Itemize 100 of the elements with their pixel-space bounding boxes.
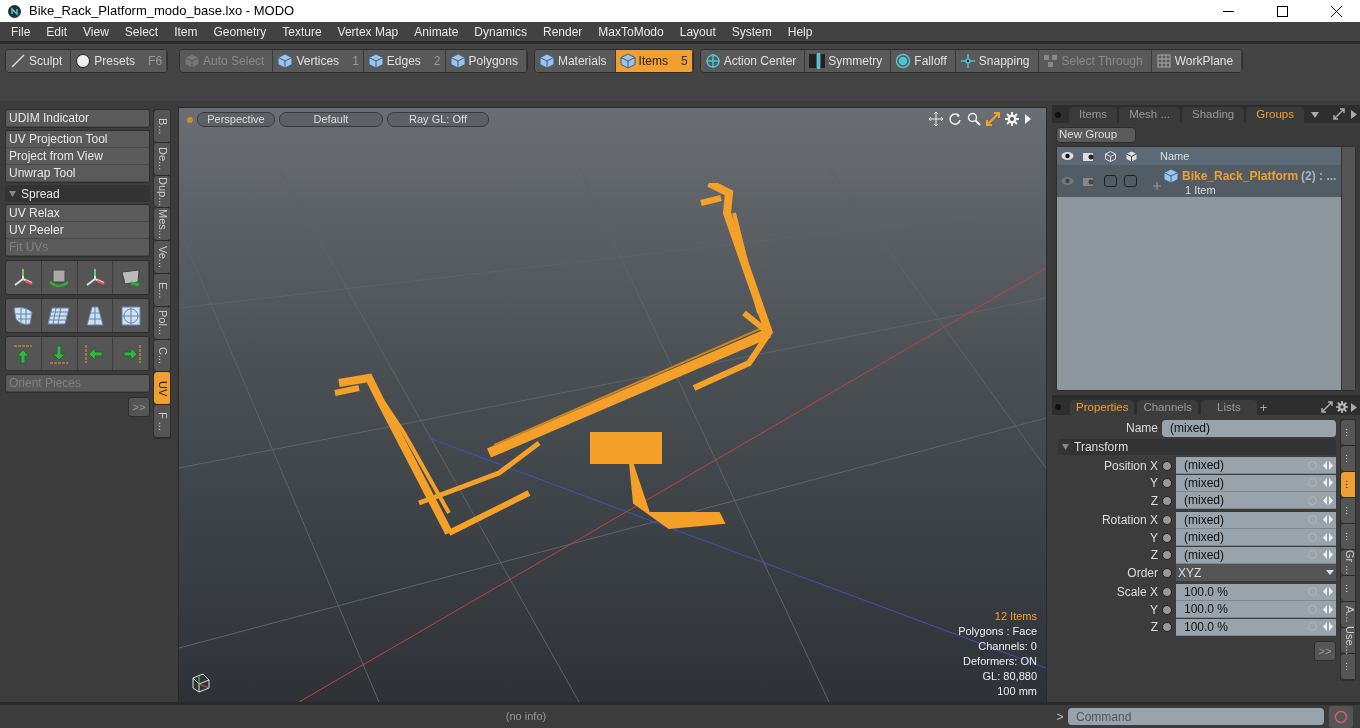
menu-item[interactable]: File xyxy=(3,22,39,41)
group-row[interactable]: Bike_Rack_Platform (2) : ... 1 Item xyxy=(1057,165,1341,197)
new-group-button[interactable]: New Group xyxy=(1056,127,1136,143)
side-tab[interactable]: C... xyxy=(154,339,170,373)
slider-arrows-icon[interactable] xyxy=(1323,515,1333,525)
animate-toggle-icon[interactable] xyxy=(1162,460,1172,471)
panel-tab[interactable]: Shading xyxy=(1182,107,1245,123)
panel-tab[interactable]: Mesh ... xyxy=(1119,107,1181,123)
side-tab[interactable]: ... xyxy=(1341,498,1355,524)
uv-tool-button[interactable] xyxy=(6,261,42,294)
play-icon[interactable] xyxy=(1351,110,1357,119)
menu-item[interactable]: Help xyxy=(779,22,821,41)
animate-toggle-icon[interactable] xyxy=(1162,550,1172,561)
side-tab[interactable]: De... xyxy=(154,142,170,176)
uv-tool-button[interactable] xyxy=(41,299,78,332)
checkbox[interactable] xyxy=(1103,175,1117,187)
uv-tool-button[interactable] xyxy=(113,337,149,370)
side-tab[interactable]: ... xyxy=(1341,576,1355,602)
number-field[interactable]: (mixed) xyxy=(1176,474,1336,492)
side-tab[interactable]: Pol... xyxy=(154,306,170,340)
number-field[interactable]: (mixed) xyxy=(1176,546,1336,564)
side-tab[interactable]: ... xyxy=(1341,446,1355,472)
section-header[interactable]: Spread xyxy=(5,185,150,202)
number-field[interactable]: (mixed) xyxy=(1176,511,1336,529)
move-icon[interactable] xyxy=(929,112,943,126)
uv-tool-button[interactable] xyxy=(6,337,42,370)
cube-outline-icon[interactable] xyxy=(1105,150,1116,162)
slider-arrows-icon[interactable] xyxy=(1323,622,1333,632)
animate-toggle-icon[interactable] xyxy=(1162,478,1172,489)
menu-item[interactable]: Animate xyxy=(406,22,467,41)
tool-button[interactable]: UV Peeler xyxy=(6,222,149,239)
menu-item[interactable]: MaxToModo xyxy=(590,22,672,41)
uv-tool-button[interactable] xyxy=(113,261,149,294)
side-tab[interactable]: B... xyxy=(154,110,170,143)
side-tab[interactable]: ... xyxy=(1341,654,1355,680)
dropdown-icon[interactable] xyxy=(1310,112,1319,118)
menu-item[interactable]: Geometry xyxy=(205,22,275,41)
camera-icon[interactable] xyxy=(1083,151,1095,161)
toolbar-button[interactable]: Items 5 xyxy=(615,50,693,72)
uv-tool-button[interactable] xyxy=(41,337,78,370)
cube-icon[interactable] xyxy=(1126,150,1137,162)
animate-toggle-icon[interactable] xyxy=(1162,515,1172,526)
scrollbar[interactable] xyxy=(1341,147,1355,390)
menu-item[interactable]: Vertex Map xyxy=(329,22,407,41)
toolbar-button[interactable]: Edges 2 xyxy=(363,50,446,72)
tool-button[interactable]: Project from View xyxy=(6,148,149,165)
menu-item[interactable]: Item xyxy=(166,22,206,41)
toolbar-button[interactable]: Vertices 1 xyxy=(273,50,364,72)
uv-tool-button[interactable] xyxy=(77,337,114,370)
toolbar-button[interactable]: Snapping xyxy=(955,50,1039,72)
viewport-button[interactable]: Perspective xyxy=(197,112,275,127)
rotate-icon[interactable] xyxy=(948,112,962,126)
play-icon[interactable] xyxy=(1351,403,1357,412)
number-field[interactable]: (mixed) xyxy=(1176,492,1336,510)
number-field[interactable]: 100.0 % xyxy=(1176,618,1336,636)
toolbar-button[interactable]: Falloff xyxy=(891,50,956,72)
uv-tool-button[interactable] xyxy=(6,299,42,332)
slider-arrows-icon[interactable] xyxy=(1323,550,1333,560)
toolbar-button[interactable]: Materials xyxy=(534,50,616,72)
search-icon[interactable] xyxy=(967,112,981,126)
animate-toggle-icon[interactable] xyxy=(1162,532,1172,543)
command-field[interactable]: Command xyxy=(1068,708,1324,725)
add-tab-button[interactable]: + xyxy=(1259,401,1268,414)
panel-tab[interactable]: Items xyxy=(1069,107,1118,123)
side-tab[interactable]: F ... xyxy=(154,405,170,438)
side-tab[interactable]: ... xyxy=(1341,524,1355,550)
animate-toggle-icon[interactable] xyxy=(1162,604,1172,615)
close-icon[interactable] xyxy=(1331,5,1342,17)
uv-tool-button[interactable] xyxy=(41,261,78,294)
uv-tool-button[interactable] xyxy=(77,261,114,294)
uv-tool-button[interactable] xyxy=(77,299,114,332)
toolbar-button[interactable]: Polygons xyxy=(445,50,527,72)
uv-tool-button[interactable] xyxy=(113,299,149,332)
slider-arrows-icon[interactable] xyxy=(1323,532,1333,542)
side-tab[interactable]: UV xyxy=(154,372,170,406)
checkbox[interactable] xyxy=(1123,175,1137,187)
panel-tab[interactable]: Groups xyxy=(1246,107,1304,123)
expand-icon[interactable] xyxy=(1333,108,1345,120)
menu-item[interactable]: System xyxy=(723,22,780,41)
viewport-button[interactable]: Ray GL: Off xyxy=(387,112,489,127)
section-header[interactable]: Transform xyxy=(1058,439,1336,455)
slider-arrows-icon[interactable] xyxy=(1323,478,1333,488)
menu-item[interactable]: Texture xyxy=(274,22,330,41)
animate-toggle-icon[interactable] xyxy=(1162,567,1172,578)
menu-item[interactable]: Edit xyxy=(38,22,76,41)
side-tab[interactable]: ... xyxy=(1341,472,1355,498)
toolbar-button[interactable]: Presets F6 xyxy=(71,50,168,72)
slider-arrows-icon[interactable] xyxy=(1323,587,1333,597)
name-field[interactable]: (mixed) xyxy=(1162,419,1336,437)
column-header[interactable]: Name xyxy=(1160,147,1190,165)
side-tab[interactable]: ... xyxy=(1341,420,1355,446)
maximize-icon[interactable] xyxy=(1277,5,1288,17)
dropdown-field[interactable]: XYZ xyxy=(1176,564,1336,582)
number-field[interactable]: (mixed) xyxy=(1176,529,1336,547)
expand-icon[interactable] xyxy=(1321,401,1333,413)
panel-tab[interactable]: Properties xyxy=(1070,400,1135,415)
slider-arrows-icon[interactable] xyxy=(1323,604,1333,614)
eye-icon[interactable] xyxy=(1061,151,1074,161)
number-field[interactable]: 100.0 % xyxy=(1176,583,1336,601)
animate-toggle-icon[interactable] xyxy=(1162,622,1172,633)
